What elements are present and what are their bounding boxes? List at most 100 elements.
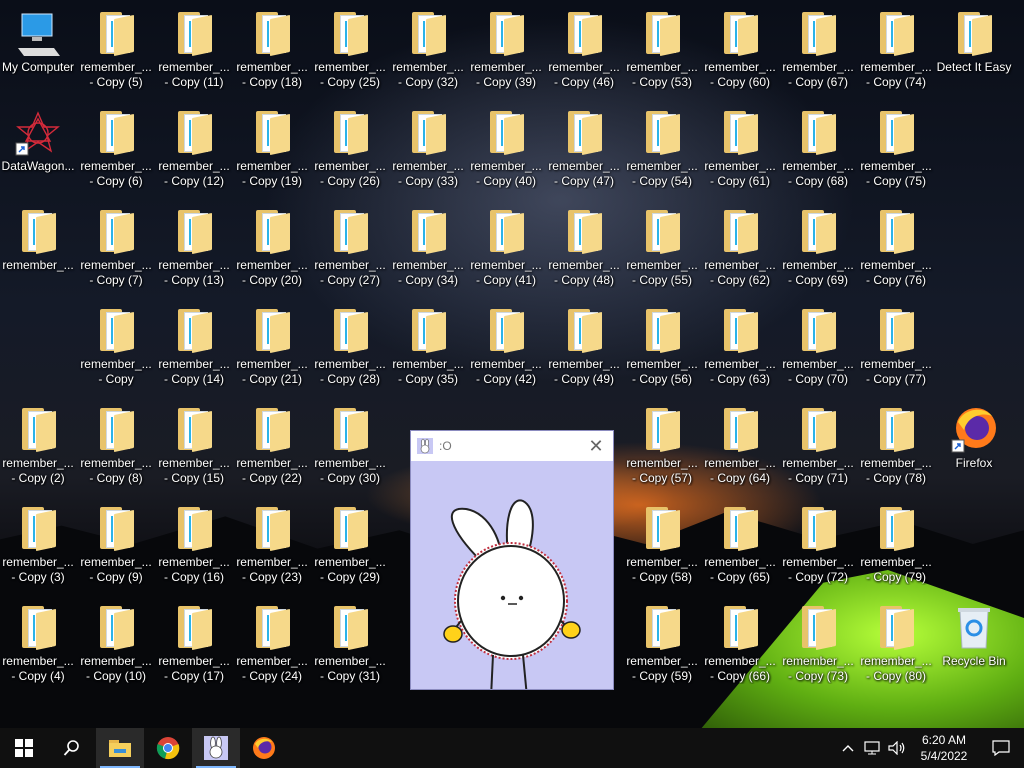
desktop-icon[interactable]: remember_... - Copy (67) bbox=[780, 0, 856, 96]
desktop-icon[interactable]: Detect It Easy bbox=[936, 0, 1012, 96]
desktop-icon[interactable]: remember_... - Copy (61) bbox=[702, 99, 778, 195]
desktop-icon[interactable]: remember_... - Copy (55) bbox=[624, 198, 700, 294]
desktop-icon[interactable]: remember_... - Copy (11) bbox=[156, 0, 232, 96]
desktop-icon[interactable]: remember_... - Copy (54) bbox=[624, 99, 700, 195]
desktop-icon-label: remember_... - Copy (58) bbox=[626, 555, 698, 584]
desktop-icon[interactable]: remember_... - Copy (15) bbox=[156, 396, 232, 492]
volume-button[interactable] bbox=[884, 728, 910, 768]
desktop-icon[interactable]: remember_... - Copy (68) bbox=[780, 99, 856, 195]
desktop-icon[interactable]: remember_... - Copy (31) bbox=[312, 594, 388, 690]
popup-titlebar[interactable]: :O ✕ bbox=[411, 431, 613, 461]
desktop-icon[interactable]: remember_... - Copy (8) bbox=[78, 396, 154, 492]
desktop-icon[interactable]: remember_... - Copy (12) bbox=[156, 99, 232, 195]
desktop-icon[interactable]: remember_... - Copy (64) bbox=[702, 396, 778, 492]
taskbar-file-explorer[interactable] bbox=[96, 728, 144, 768]
folder-icon bbox=[482, 307, 530, 355]
folder-icon bbox=[638, 406, 686, 454]
desktop-icon[interactable]: Firefox bbox=[936, 396, 1012, 492]
desktop-icon[interactable]: remember_... - Copy (22) bbox=[234, 396, 310, 492]
folder-icon bbox=[404, 109, 452, 157]
desktop-icon[interactable]: remember_... - Copy (48) bbox=[546, 198, 622, 294]
desktop-icon[interactable]: remember_... - Copy (53) bbox=[624, 0, 700, 96]
desktop-icon[interactable]: remember_... - Copy (74) bbox=[858, 0, 934, 96]
desktop-icon[interactable]: remember_... - Copy (23) bbox=[234, 495, 310, 591]
desktop-icon[interactable]: remember_... - Copy (17) bbox=[156, 594, 232, 690]
desktop-icon[interactable]: remember_... - Copy (42) bbox=[468, 297, 544, 393]
desktop-icon[interactable]: remember_... - Copy (29) bbox=[312, 495, 388, 591]
desktop-icon[interactable]: Recycle Bin bbox=[936, 594, 1012, 690]
desktop-icon[interactable]: remember_... - Copy (76) bbox=[858, 198, 934, 294]
desktop-icon[interactable]: remember_... - Copy (2) bbox=[0, 396, 76, 492]
desktop-icon[interactable]: remember_... - Copy (7) bbox=[78, 198, 154, 294]
desktop-icon[interactable]: remember_... - Copy (3) bbox=[0, 495, 76, 591]
desktop-icon[interactable]: remember_... - Copy (60) bbox=[702, 0, 778, 96]
desktop-icon[interactable]: remember_... - Copy (30) bbox=[312, 396, 388, 492]
desktop-icon[interactable]: remember_... - Copy (10) bbox=[78, 594, 154, 690]
desktop-icon[interactable]: My Computer bbox=[0, 0, 76, 96]
desktop-icon[interactable]: remember_... - Copy (71) bbox=[780, 396, 856, 492]
desktop-icon[interactable]: remember_... - Copy (47) bbox=[546, 99, 622, 195]
desktop-icon[interactable]: remember_... - Copy (77) bbox=[858, 297, 934, 393]
desktop-icon[interactable]: remember_... - Copy (16) bbox=[156, 495, 232, 591]
desktop-icon[interactable]: remember_... - Copy (58) bbox=[624, 495, 700, 591]
close-button[interactable]: ✕ bbox=[585, 435, 607, 457]
folder-icon bbox=[14, 505, 62, 553]
desktop-icon[interactable]: remember_... - Copy (72) bbox=[780, 495, 856, 591]
start-button[interactable] bbox=[0, 728, 48, 768]
desktop-icon[interactable]: remember_... - Copy (63) bbox=[702, 297, 778, 393]
desktop-icon[interactable]: remember_... - Copy (13) bbox=[156, 198, 232, 294]
desktop-icon[interactable]: remember_... - Copy (4) bbox=[0, 594, 76, 690]
taskbar-chrome[interactable] bbox=[144, 728, 192, 768]
desktop-icon[interactable]: remember_... - Copy (24) bbox=[234, 594, 310, 690]
folder-icon bbox=[326, 307, 374, 355]
desktop-icon[interactable]: remember_... - Copy (5) bbox=[78, 0, 154, 96]
taskbar-firefox[interactable] bbox=[240, 728, 288, 768]
taskbar-clock[interactable]: 6:20 AM 5/4/2022 bbox=[910, 732, 978, 764]
desktop-icon[interactable]: remember_... - Copy (18) bbox=[234, 0, 310, 96]
folder-icon bbox=[872, 10, 920, 58]
desktop-icon[interactable]: remember_... - Copy (65) bbox=[702, 495, 778, 591]
desktop-icon[interactable]: remember_... - Copy (33) bbox=[390, 99, 466, 195]
desktop-icon[interactable]: remember_... - Copy (14) bbox=[156, 297, 232, 393]
desktop-icon[interactable]: remember_... - Copy (56) bbox=[624, 297, 700, 393]
search-button[interactable] bbox=[48, 728, 96, 768]
desktop-icon[interactable]: remember_... - Copy (80) bbox=[858, 594, 934, 690]
desktop-icon[interactable]: remember_... - Copy (35) bbox=[390, 297, 466, 393]
desktop-icon[interactable]: remember_... - Copy (79) bbox=[858, 495, 934, 591]
network-button[interactable] bbox=[860, 728, 884, 768]
desktop-icon[interactable]: remember_... - Copy (69) bbox=[780, 198, 856, 294]
desktop-icon[interactable]: remember_... - Copy (6) bbox=[78, 99, 154, 195]
desktop-icon[interactable]: remember_... - Copy (20) bbox=[234, 198, 310, 294]
close-icon: ✕ bbox=[588, 436, 604, 456]
desktop-icon[interactable]: remember_... - Copy bbox=[78, 297, 154, 393]
desktop-icon[interactable]: remember_... - Copy (73) bbox=[780, 594, 856, 690]
desktop-icon[interactable]: DataWagon... bbox=[0, 99, 76, 195]
desktop-icon[interactable]: remember_... - Copy (57) bbox=[624, 396, 700, 492]
desktop-icon[interactable]: remember_... - Copy (39) bbox=[468, 0, 544, 96]
desktop-icon[interactable]: remember_... - Copy (27) bbox=[312, 198, 388, 294]
desktop-icon[interactable]: remember_... - Copy (25) bbox=[312, 0, 388, 96]
desktop-icon[interactable]: remember_... - Copy (78) bbox=[858, 396, 934, 492]
desktop-icon[interactable]: remember_... - Copy (75) bbox=[858, 99, 934, 195]
desktop-icon[interactable]: remember_... - Copy (34) bbox=[390, 198, 466, 294]
desktop-icon[interactable]: remember_... bbox=[0, 198, 76, 294]
desktop-icon[interactable]: remember_... - Copy (59) bbox=[624, 594, 700, 690]
desktop-icon[interactable]: remember_... - Copy (49) bbox=[546, 297, 622, 393]
desktop-icon[interactable]: remember_... - Copy (62) bbox=[702, 198, 778, 294]
desktop-icon[interactable]: remember_... - Copy (41) bbox=[468, 198, 544, 294]
show-hidden-icons-button[interactable] bbox=[836, 728, 860, 768]
desktop-icon[interactable]: remember_... - Copy (26) bbox=[312, 99, 388, 195]
bunny-popup-window[interactable]: :O ✕ bbox=[410, 430, 614, 698]
desktop-icon[interactable]: remember_... - Copy (32) bbox=[390, 0, 466, 96]
desktop-icon[interactable]: remember_... - Copy (40) bbox=[468, 99, 544, 195]
desktop-icon[interactable]: remember_... - Copy (9) bbox=[78, 495, 154, 591]
action-center-button[interactable] bbox=[978, 728, 1024, 768]
taskbar-bunny-app[interactable] bbox=[192, 728, 240, 768]
desktop-icon[interactable]: remember_... - Copy (66) bbox=[702, 594, 778, 690]
desktop-icon[interactable]: remember_... - Copy (21) bbox=[234, 297, 310, 393]
desktop-icon[interactable]: remember_... - Copy (70) bbox=[780, 297, 856, 393]
desktop-icon-label: remember_... - Copy (18) bbox=[236, 60, 308, 89]
desktop-icon[interactable]: remember_... - Copy (46) bbox=[546, 0, 622, 96]
desktop-icon[interactable]: remember_... - Copy (19) bbox=[234, 99, 310, 195]
desktop-icon[interactable]: remember_... - Copy (28) bbox=[312, 297, 388, 393]
